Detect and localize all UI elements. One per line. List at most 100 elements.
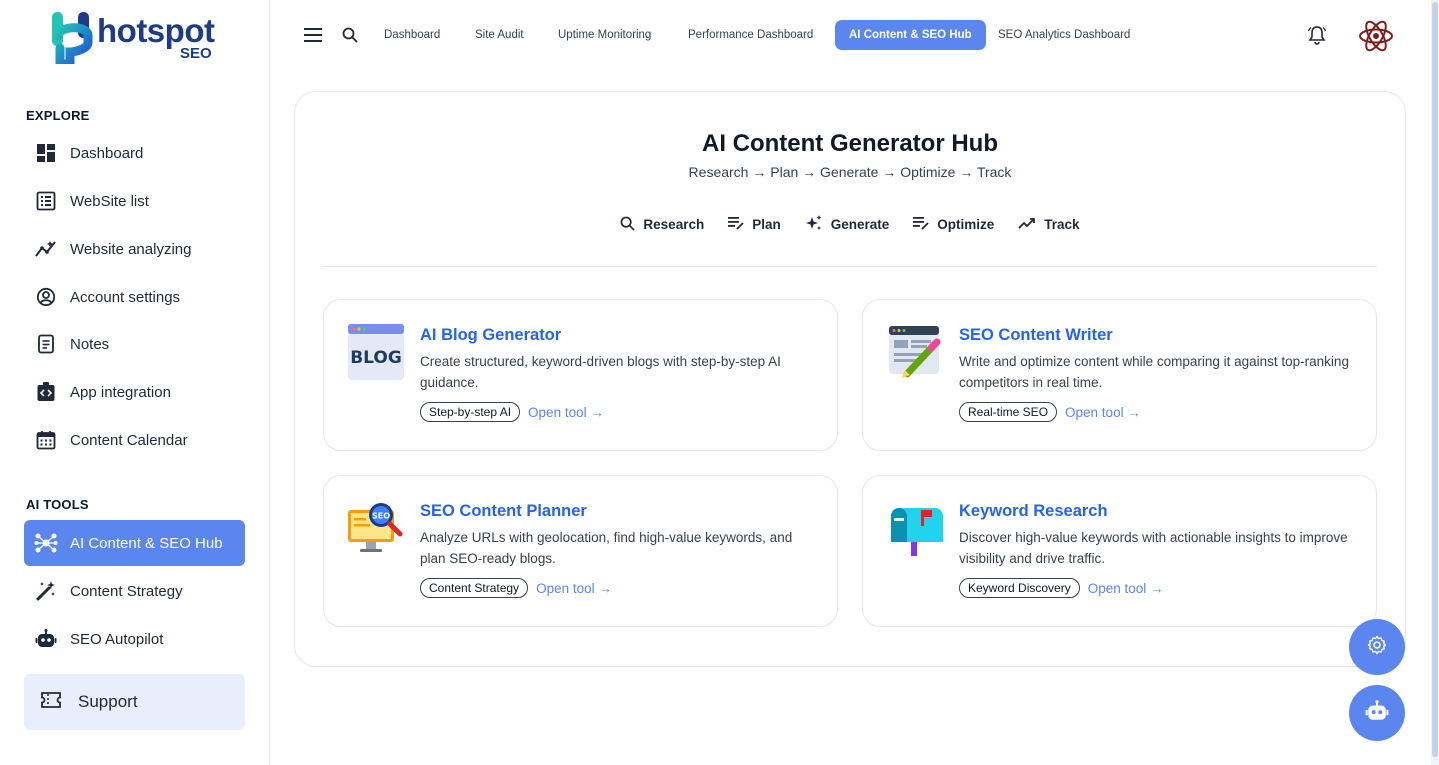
step-track[interactable]: Track (1018, 214, 1080, 235)
notes-icon (34, 332, 58, 356)
bell-icon[interactable] (1306, 24, 1328, 46)
sidebar-item-website-list[interactable]: WebSite list (24, 178, 245, 224)
tool-badge: Content Strategy (420, 578, 529, 598)
seo-icon-text: SEO (372, 512, 390, 521)
step-label: Research (643, 217, 705, 232)
analytics-icon (34, 237, 58, 261)
divider (323, 266, 1377, 267)
search-icon (620, 216, 636, 234)
trending-icon (1018, 217, 1036, 232)
sidebar-item-label: App integration (70, 383, 171, 401)
step-label: Generate (830, 217, 890, 232)
sidebar-item-ai-content-hub[interactable]: AI Content & SEO Hub (24, 520, 245, 566)
open-tool-link[interactable]: Open tool → (536, 581, 612, 596)
sidebar-item-dashboard[interactable]: Dashboard (24, 130, 245, 176)
tab-ai-content-hub[interactable]: AI Content & SEO Hub (835, 20, 986, 50)
step-research[interactable]: Research (620, 214, 704, 235)
sidebar-item-notes[interactable]: Notes (24, 321, 245, 367)
tool-card-seo-content-writer[interactable]: SEO Content Writer Write and optimize co… (862, 299, 1377, 451)
sidebar-item-label: AI Content & SEO Hub (70, 534, 223, 552)
tool-title[interactable]: SEO Content Planner (420, 502, 587, 521)
atom-icon (1359, 20, 1393, 52)
scrollbar-thumb[interactable] (1432, 2, 1438, 757)
menu-icon[interactable] (302, 24, 324, 46)
plan-icon (728, 216, 744, 233)
tool-badge: Real-time SEO (959, 402, 1058, 422)
gear-icon (1367, 635, 1387, 660)
sidebar-item-content-calendar[interactable]: Content Calendar (24, 417, 245, 463)
integration-icon (34, 380, 58, 404)
tool-description: Write and optimize content while compari… (959, 354, 1349, 390)
hub-icon (34, 531, 58, 555)
support-button[interactable]: Support (24, 674, 245, 730)
sidebar-item-label: Website analyzing (70, 240, 192, 258)
step-optimize[interactable]: Optimize (913, 214, 994, 235)
robot-icon (1365, 699, 1389, 727)
section-label-explore: EXPLORE (26, 108, 90, 123)
brand-sub-text: SEO (180, 45, 212, 62)
sidebar-item-account-settings[interactable]: Account settings (24, 274, 245, 320)
open-tool-link[interactable]: Open tool → (528, 405, 604, 420)
sidebar-item-label: Dashboard (70, 144, 144, 162)
tool-title[interactable]: SEO Content Writer (959, 326, 1113, 345)
tool-card-seo-content-planner[interactable]: SEO SEO Content Planner Analyze URLs wit… (323, 475, 838, 627)
top-bar: Dashboard Site Audit Uptime Monitoring P… (270, 0, 1439, 72)
blog-icon-text: BLOG (350, 348, 402, 368)
sidebar-item-website-analyzing[interactable]: Website analyzing (24, 226, 245, 272)
magic-wand-icon (34, 579, 58, 603)
tool-badge: Step-by-step AI (420, 402, 521, 422)
sidebar-item-label: Content Calendar (70, 431, 188, 449)
tool-footer: Content Strategy Open tool → (420, 578, 612, 598)
sidebar-item-content-strategy[interactable]: Content Strategy (24, 568, 245, 614)
account-icon (34, 285, 58, 309)
calendar-icon (34, 428, 58, 452)
step-label: Optimize (937, 217, 995, 232)
brand-logo[interactable]: hotspot SEO (50, 12, 220, 66)
sparkle-icon (805, 214, 823, 235)
tab-uptime-monitoring[interactable]: Uptime Monitoring (544, 20, 665, 50)
workflow-steps: Research Plan Generate Optimize Track (295, 214, 1405, 235)
tool-description: Create structured, keyword-driven blogs … (420, 354, 781, 390)
mailbox-icon (885, 498, 945, 558)
tab-performance-dashboard[interactable]: Performance Dashboard (674, 20, 827, 50)
avatar[interactable] (1358, 18, 1394, 54)
tool-description: Discover high-value keywords with action… (959, 530, 1348, 566)
robot-icon (34, 627, 58, 651)
logo-mark-icon (52, 12, 93, 64)
page-scrollbar[interactable] (1431, 0, 1439, 765)
brand-sub: SEO (180, 45, 212, 62)
sidebar-item-app-integration[interactable]: App integration (24, 369, 245, 415)
settings-fab[interactable] (1349, 619, 1405, 675)
content-writer-icon (885, 322, 945, 382)
search-icon[interactable] (339, 24, 361, 46)
step-label: Track (1044, 217, 1080, 232)
dashboard-icon (34, 141, 58, 165)
tool-footer: Keyword Discovery Open tool → (959, 578, 1164, 598)
ticket-icon (40, 691, 62, 714)
tab-seo-analytics-dashboard[interactable]: SEO Analytics Dashboard (984, 20, 1144, 50)
page-subtitle: Research → Plan → Generate → Optimize → … (688, 164, 1012, 180)
chatbot-fab[interactable] (1349, 685, 1405, 741)
tool-title[interactable]: Keyword Research (959, 502, 1108, 521)
sidebar-item-label: Account settings (70, 288, 181, 306)
sidebar-item-label: WebSite list (70, 192, 149, 210)
tab-dashboard[interactable]: Dashboard (370, 20, 454, 50)
tool-card-ai-blog-generator[interactable]: BLOG AI Blog Generator Create structured… (323, 299, 838, 451)
tool-footer: Real-time SEO Open tool → (959, 402, 1141, 422)
step-generate[interactable]: Generate (805, 214, 890, 235)
support-label: Support (78, 692, 138, 711)
tab-site-audit[interactable]: Site Audit (461, 20, 538, 50)
step-plan[interactable]: Plan (728, 214, 781, 235)
open-tool-link[interactable]: Open tool → (1088, 581, 1164, 596)
page-title: AI Content Generator Hub (701, 130, 998, 157)
blog-icon: BLOG (346, 322, 406, 382)
app-root: hotspot SEO EXPLORE Dashboard WebSite li… (0, 0, 1439, 765)
sidebar-item-seo-autopilot[interactable]: SEO Autopilot (24, 616, 245, 662)
seo-planner-icon: SEO (346, 498, 406, 558)
sidebar-item-label: SEO Autopilot (70, 630, 164, 648)
tool-description: Analyze URLs with geolocation, find high… (420, 530, 793, 566)
tool-card-keyword-research[interactable]: Keyword Research Discover high-value key… (862, 475, 1377, 627)
tool-title[interactable]: AI Blog Generator (420, 326, 561, 345)
section-label-ai-tools: AI TOOLS (26, 497, 89, 512)
open-tool-link[interactable]: Open tool → (1065, 405, 1141, 420)
